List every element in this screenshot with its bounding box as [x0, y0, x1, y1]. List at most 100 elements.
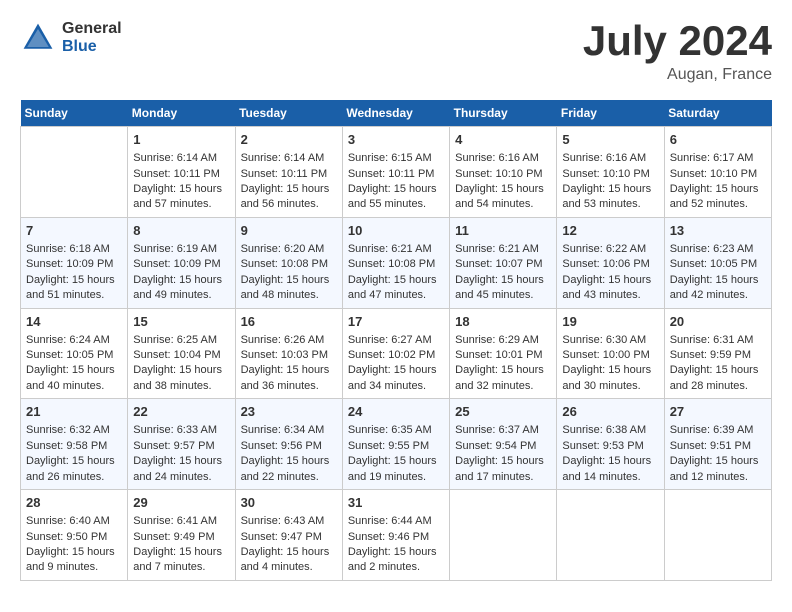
day-info: Sunrise: 6:37 AM — [455, 423, 551, 438]
day-info: and 2 minutes. — [348, 560, 444, 575]
day-info: Daylight: 15 hours — [455, 182, 551, 197]
day-info: Sunrise: 6:24 AM — [26, 333, 122, 348]
calendar-table: SundayMondayTuesdayWednesdayThursdayFrid… — [20, 100, 772, 581]
calendar-cell: 29Sunrise: 6:41 AMSunset: 9:49 PMDayligh… — [128, 490, 235, 581]
day-header-sunday: Sunday — [21, 100, 128, 127]
calendar-cell: 7Sunrise: 6:18 AMSunset: 10:09 PMDayligh… — [21, 217, 128, 308]
day-info: Daylight: 15 hours — [670, 363, 766, 378]
day-info: Daylight: 15 hours — [133, 273, 229, 288]
week-row-1: 1Sunrise: 6:14 AMSunset: 10:11 PMDayligh… — [21, 127, 772, 218]
day-info: Sunrise: 6:16 AM — [562, 151, 658, 166]
day-number: 5 — [562, 131, 658, 149]
day-info: and 36 minutes. — [241, 379, 337, 394]
calendar-cell: 22Sunrise: 6:33 AMSunset: 9:57 PMDayligh… — [128, 399, 235, 490]
day-info: and 56 minutes. — [241, 197, 337, 212]
day-number: 9 — [241, 222, 337, 240]
day-number: 13 — [670, 222, 766, 240]
day-info: Daylight: 15 hours — [348, 363, 444, 378]
logo-text: General Blue — [62, 20, 122, 55]
month-title: July 2024 — [583, 20, 772, 62]
day-info: Daylight: 15 hours — [562, 182, 658, 197]
calendar-cell: 19Sunrise: 6:30 AMSunset: 10:00 PMDaylig… — [557, 308, 664, 399]
day-info: Daylight: 15 hours — [241, 182, 337, 197]
day-info: Sunrise: 6:19 AM — [133, 242, 229, 257]
day-info: Daylight: 15 hours — [133, 182, 229, 197]
calendar-cell: 12Sunrise: 6:22 AMSunset: 10:06 PMDaylig… — [557, 217, 664, 308]
day-info: Sunset: 9:47 PM — [241, 530, 337, 545]
day-number: 19 — [562, 313, 658, 331]
day-info: and 28 minutes. — [670, 379, 766, 394]
calendar-cell: 14Sunrise: 6:24 AMSunset: 10:05 PMDaylig… — [21, 308, 128, 399]
calendar-cell: 18Sunrise: 6:29 AMSunset: 10:01 PMDaylig… — [450, 308, 557, 399]
day-header-tuesday: Tuesday — [235, 100, 342, 127]
day-info: Sunrise: 6:29 AM — [455, 333, 551, 348]
day-info: Sunset: 9:53 PM — [562, 439, 658, 454]
calendar-cell: 9Sunrise: 6:20 AMSunset: 10:08 PMDayligh… — [235, 217, 342, 308]
calendar-cell: 31Sunrise: 6:44 AMSunset: 9:46 PMDayligh… — [342, 490, 449, 581]
day-info: Sunrise: 6:30 AM — [562, 333, 658, 348]
day-info: Daylight: 15 hours — [133, 363, 229, 378]
day-info: Daylight: 15 hours — [241, 273, 337, 288]
calendar-cell: 24Sunrise: 6:35 AMSunset: 9:55 PMDayligh… — [342, 399, 449, 490]
day-info: Sunset: 10:05 PM — [26, 348, 122, 363]
day-info: Sunrise: 6:27 AM — [348, 333, 444, 348]
day-info: Daylight: 15 hours — [562, 363, 658, 378]
day-info: and 19 minutes. — [348, 470, 444, 485]
day-info: Daylight: 15 hours — [26, 273, 122, 288]
calendar-cell: 27Sunrise: 6:39 AMSunset: 9:51 PMDayligh… — [664, 399, 771, 490]
day-info: and 42 minutes. — [670, 288, 766, 303]
day-info: and 14 minutes. — [562, 470, 658, 485]
calendar-cell: 15Sunrise: 6:25 AMSunset: 10:04 PMDaylig… — [128, 308, 235, 399]
logo: General Blue — [20, 20, 122, 56]
day-info: Sunrise: 6:21 AM — [348, 242, 444, 257]
day-info: and 57 minutes. — [133, 197, 229, 212]
day-info: Sunrise: 6:20 AM — [241, 242, 337, 257]
day-info: and 17 minutes. — [455, 470, 551, 485]
day-info: Daylight: 15 hours — [241, 454, 337, 469]
day-info: Sunset: 9:46 PM — [348, 530, 444, 545]
calendar-cell: 3Sunrise: 6:15 AMSunset: 10:11 PMDayligh… — [342, 127, 449, 218]
day-info: Sunset: 10:09 PM — [133, 257, 229, 272]
day-info: Sunset: 10:10 PM — [562, 167, 658, 182]
day-number: 28 — [26, 494, 122, 512]
day-header-monday: Monday — [128, 100, 235, 127]
day-info: and 43 minutes. — [562, 288, 658, 303]
day-number: 11 — [455, 222, 551, 240]
calendar-cell — [664, 490, 771, 581]
title-area: July 2024 Augan, France — [583, 20, 772, 84]
day-info: Daylight: 15 hours — [455, 363, 551, 378]
day-number: 3 — [348, 131, 444, 149]
day-info: and 55 minutes. — [348, 197, 444, 212]
day-info: and 47 minutes. — [348, 288, 444, 303]
day-info: Daylight: 15 hours — [348, 454, 444, 469]
day-info: and 52 minutes. — [670, 197, 766, 212]
day-info: Sunrise: 6:31 AM — [670, 333, 766, 348]
day-info: Daylight: 15 hours — [455, 273, 551, 288]
day-number: 12 — [562, 222, 658, 240]
day-info: Daylight: 15 hours — [26, 363, 122, 378]
day-number: 20 — [670, 313, 766, 331]
day-info: Daylight: 15 hours — [133, 454, 229, 469]
day-info: Sunrise: 6:34 AM — [241, 423, 337, 438]
day-number: 10 — [348, 222, 444, 240]
day-info: and 40 minutes. — [26, 379, 122, 394]
day-info: Sunrise: 6:14 AM — [133, 151, 229, 166]
day-number: 22 — [133, 403, 229, 421]
day-info: and 32 minutes. — [455, 379, 551, 394]
day-info: Daylight: 15 hours — [241, 545, 337, 560]
calendar-cell: 11Sunrise: 6:21 AMSunset: 10:07 PMDaylig… — [450, 217, 557, 308]
day-info: and 26 minutes. — [26, 470, 122, 485]
calendar-cell: 20Sunrise: 6:31 AMSunset: 9:59 PMDayligh… — [664, 308, 771, 399]
day-info: Daylight: 15 hours — [241, 363, 337, 378]
day-info: Sunrise: 6:26 AM — [241, 333, 337, 348]
day-number: 17 — [348, 313, 444, 331]
day-info: and 54 minutes. — [455, 197, 551, 212]
logo-general: General — [62, 20, 122, 38]
day-number: 7 — [26, 222, 122, 240]
week-row-2: 7Sunrise: 6:18 AMSunset: 10:09 PMDayligh… — [21, 217, 772, 308]
day-number: 6 — [670, 131, 766, 149]
calendar-cell: 4Sunrise: 6:16 AMSunset: 10:10 PMDayligh… — [450, 127, 557, 218]
day-info: Sunset: 10:05 PM — [670, 257, 766, 272]
day-info: Sunset: 10:09 PM — [26, 257, 122, 272]
day-info: and 51 minutes. — [26, 288, 122, 303]
